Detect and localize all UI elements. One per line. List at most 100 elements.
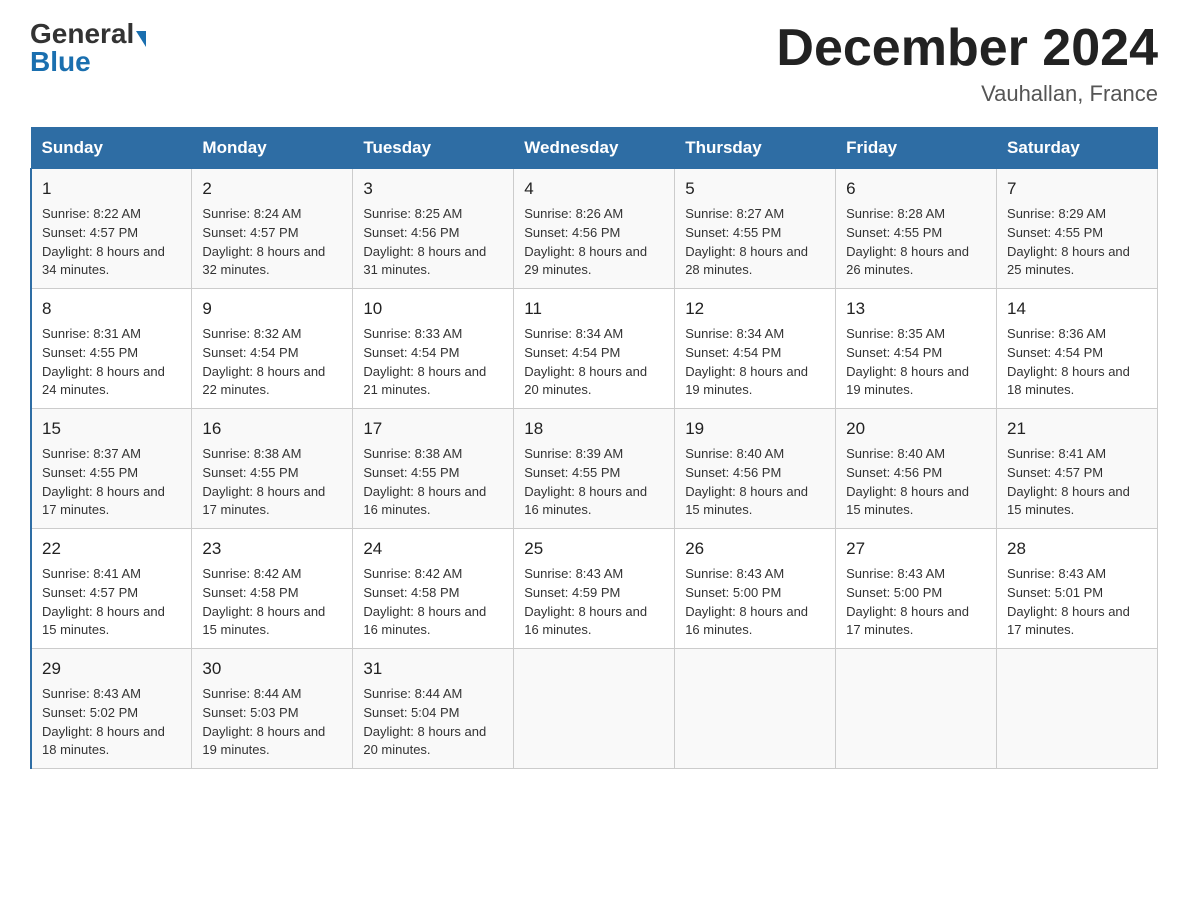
day-info: Sunrise: 8:41 AMSunset: 4:57 PMDaylight:… [42, 566, 165, 638]
title-area: December 2024 Vauhallan, France [776, 20, 1158, 107]
day-number: 28 [1007, 537, 1147, 562]
day-number: 4 [524, 177, 664, 202]
day-info: Sunrise: 8:43 AMSunset: 4:59 PMDaylight:… [524, 566, 647, 638]
day-info: Sunrise: 8:27 AMSunset: 4:55 PMDaylight:… [685, 206, 808, 278]
calendar-day-cell: 18 Sunrise: 8:39 AMSunset: 4:55 PMDaylig… [514, 409, 675, 529]
day-info: Sunrise: 8:43 AMSunset: 5:00 PMDaylight:… [846, 566, 969, 638]
day-number: 11 [524, 297, 664, 322]
calendar-day-cell: 17 Sunrise: 8:38 AMSunset: 4:55 PMDaylig… [353, 409, 514, 529]
day-number: 25 [524, 537, 664, 562]
calendar-day-cell [836, 649, 997, 769]
day-info: Sunrise: 8:42 AMSunset: 4:58 PMDaylight:… [202, 566, 325, 638]
calendar-day-cell: 15 Sunrise: 8:37 AMSunset: 4:55 PMDaylig… [31, 409, 192, 529]
day-info: Sunrise: 8:37 AMSunset: 4:55 PMDaylight:… [42, 446, 165, 518]
day-info: Sunrise: 8:44 AMSunset: 5:04 PMDaylight:… [363, 686, 486, 758]
calendar-week-row: 8 Sunrise: 8:31 AMSunset: 4:55 PMDayligh… [31, 289, 1158, 409]
day-info: Sunrise: 8:33 AMSunset: 4:54 PMDaylight:… [363, 326, 486, 398]
calendar-day-cell [514, 649, 675, 769]
day-number: 13 [846, 297, 986, 322]
calendar-day-cell: 28 Sunrise: 8:43 AMSunset: 5:01 PMDaylig… [997, 529, 1158, 649]
col-tuesday: Tuesday [353, 128, 514, 169]
day-number: 17 [363, 417, 503, 442]
day-number: 14 [1007, 297, 1147, 322]
header-row: Sunday Monday Tuesday Wednesday Thursday… [31, 128, 1158, 169]
day-number: 2 [202, 177, 342, 202]
calendar-day-cell: 23 Sunrise: 8:42 AMSunset: 4:58 PMDaylig… [192, 529, 353, 649]
calendar-week-row: 1 Sunrise: 8:22 AMSunset: 4:57 PMDayligh… [31, 169, 1158, 289]
logo-general-text: General [30, 18, 134, 49]
day-info: Sunrise: 8:25 AMSunset: 4:56 PMDaylight:… [363, 206, 486, 278]
calendar-day-cell: 16 Sunrise: 8:38 AMSunset: 4:55 PMDaylig… [192, 409, 353, 529]
day-info: Sunrise: 8:34 AMSunset: 4:54 PMDaylight:… [685, 326, 808, 398]
calendar-week-row: 22 Sunrise: 8:41 AMSunset: 4:57 PMDaylig… [31, 529, 1158, 649]
day-number: 31 [363, 657, 503, 682]
calendar-day-cell: 22 Sunrise: 8:41 AMSunset: 4:57 PMDaylig… [31, 529, 192, 649]
day-number: 3 [363, 177, 503, 202]
calendar-day-cell: 9 Sunrise: 8:32 AMSunset: 4:54 PMDayligh… [192, 289, 353, 409]
calendar-table: Sunday Monday Tuesday Wednesday Thursday… [30, 127, 1158, 769]
calendar-week-row: 29 Sunrise: 8:43 AMSunset: 5:02 PMDaylig… [31, 649, 1158, 769]
location: Vauhallan, France [776, 81, 1158, 107]
day-info: Sunrise: 8:22 AMSunset: 4:57 PMDaylight:… [42, 206, 165, 278]
calendar-day-cell: 13 Sunrise: 8:35 AMSunset: 4:54 PMDaylig… [836, 289, 997, 409]
day-number: 5 [685, 177, 825, 202]
day-number: 8 [42, 297, 181, 322]
calendar-day-cell: 14 Sunrise: 8:36 AMSunset: 4:54 PMDaylig… [997, 289, 1158, 409]
day-number: 30 [202, 657, 342, 682]
day-info: Sunrise: 8:40 AMSunset: 4:56 PMDaylight:… [846, 446, 969, 518]
calendar-day-cell: 11 Sunrise: 8:34 AMSunset: 4:54 PMDaylig… [514, 289, 675, 409]
day-info: Sunrise: 8:43 AMSunset: 5:01 PMDaylight:… [1007, 566, 1130, 638]
month-title: December 2024 [776, 20, 1158, 77]
day-number: 20 [846, 417, 986, 442]
calendar-day-cell: 6 Sunrise: 8:28 AMSunset: 4:55 PMDayligh… [836, 169, 997, 289]
calendar-day-cell: 29 Sunrise: 8:43 AMSunset: 5:02 PMDaylig… [31, 649, 192, 769]
day-number: 18 [524, 417, 664, 442]
col-sunday: Sunday [31, 128, 192, 169]
day-info: Sunrise: 8:43 AMSunset: 5:02 PMDaylight:… [42, 686, 165, 758]
calendar-day-cell: 7 Sunrise: 8:29 AMSunset: 4:55 PMDayligh… [997, 169, 1158, 289]
day-info: Sunrise: 8:40 AMSunset: 4:56 PMDaylight:… [685, 446, 808, 518]
day-number: 23 [202, 537, 342, 562]
day-info: Sunrise: 8:35 AMSunset: 4:54 PMDaylight:… [846, 326, 969, 398]
logo-triangle-icon [136, 31, 146, 47]
day-info: Sunrise: 8:43 AMSunset: 5:00 PMDaylight:… [685, 566, 808, 638]
day-info: Sunrise: 8:38 AMSunset: 4:55 PMDaylight:… [363, 446, 486, 518]
day-number: 22 [42, 537, 181, 562]
day-info: Sunrise: 8:41 AMSunset: 4:57 PMDaylight:… [1007, 446, 1130, 518]
calendar-day-cell: 19 Sunrise: 8:40 AMSunset: 4:56 PMDaylig… [675, 409, 836, 529]
calendar-day-cell: 4 Sunrise: 8:26 AMSunset: 4:56 PMDayligh… [514, 169, 675, 289]
calendar-day-cell: 2 Sunrise: 8:24 AMSunset: 4:57 PMDayligh… [192, 169, 353, 289]
day-number: 19 [685, 417, 825, 442]
calendar-day-cell: 21 Sunrise: 8:41 AMSunset: 4:57 PMDaylig… [997, 409, 1158, 529]
day-info: Sunrise: 8:31 AMSunset: 4:55 PMDaylight:… [42, 326, 165, 398]
day-number: 16 [202, 417, 342, 442]
day-info: Sunrise: 8:34 AMSunset: 4:54 PMDaylight:… [524, 326, 647, 398]
day-number: 21 [1007, 417, 1147, 442]
day-info: Sunrise: 8:24 AMSunset: 4:57 PMDaylight:… [202, 206, 325, 278]
calendar-day-cell [675, 649, 836, 769]
day-number: 26 [685, 537, 825, 562]
day-number: 1 [42, 177, 181, 202]
col-saturday: Saturday [997, 128, 1158, 169]
day-info: Sunrise: 8:44 AMSunset: 5:03 PMDaylight:… [202, 686, 325, 758]
page-header: General Blue December 2024 Vauhallan, Fr… [30, 20, 1158, 107]
logo: General Blue [30, 20, 146, 76]
calendar-day-cell: 12 Sunrise: 8:34 AMSunset: 4:54 PMDaylig… [675, 289, 836, 409]
day-number: 27 [846, 537, 986, 562]
day-info: Sunrise: 8:28 AMSunset: 4:55 PMDaylight:… [846, 206, 969, 278]
calendar-day-cell: 10 Sunrise: 8:33 AMSunset: 4:54 PMDaylig… [353, 289, 514, 409]
day-info: Sunrise: 8:32 AMSunset: 4:54 PMDaylight:… [202, 326, 325, 398]
day-info: Sunrise: 8:39 AMSunset: 4:55 PMDaylight:… [524, 446, 647, 518]
col-monday: Monday [192, 128, 353, 169]
calendar-day-cell: 1 Sunrise: 8:22 AMSunset: 4:57 PMDayligh… [31, 169, 192, 289]
day-number: 7 [1007, 177, 1147, 202]
calendar-body: 1 Sunrise: 8:22 AMSunset: 4:57 PMDayligh… [31, 169, 1158, 769]
day-number: 6 [846, 177, 986, 202]
day-number: 9 [202, 297, 342, 322]
calendar-day-cell: 24 Sunrise: 8:42 AMSunset: 4:58 PMDaylig… [353, 529, 514, 649]
calendar-day-cell: 27 Sunrise: 8:43 AMSunset: 5:00 PMDaylig… [836, 529, 997, 649]
calendar-day-cell: 31 Sunrise: 8:44 AMSunset: 5:04 PMDaylig… [353, 649, 514, 769]
calendar-day-cell [997, 649, 1158, 769]
calendar-day-cell: 8 Sunrise: 8:31 AMSunset: 4:55 PMDayligh… [31, 289, 192, 409]
day-number: 29 [42, 657, 181, 682]
